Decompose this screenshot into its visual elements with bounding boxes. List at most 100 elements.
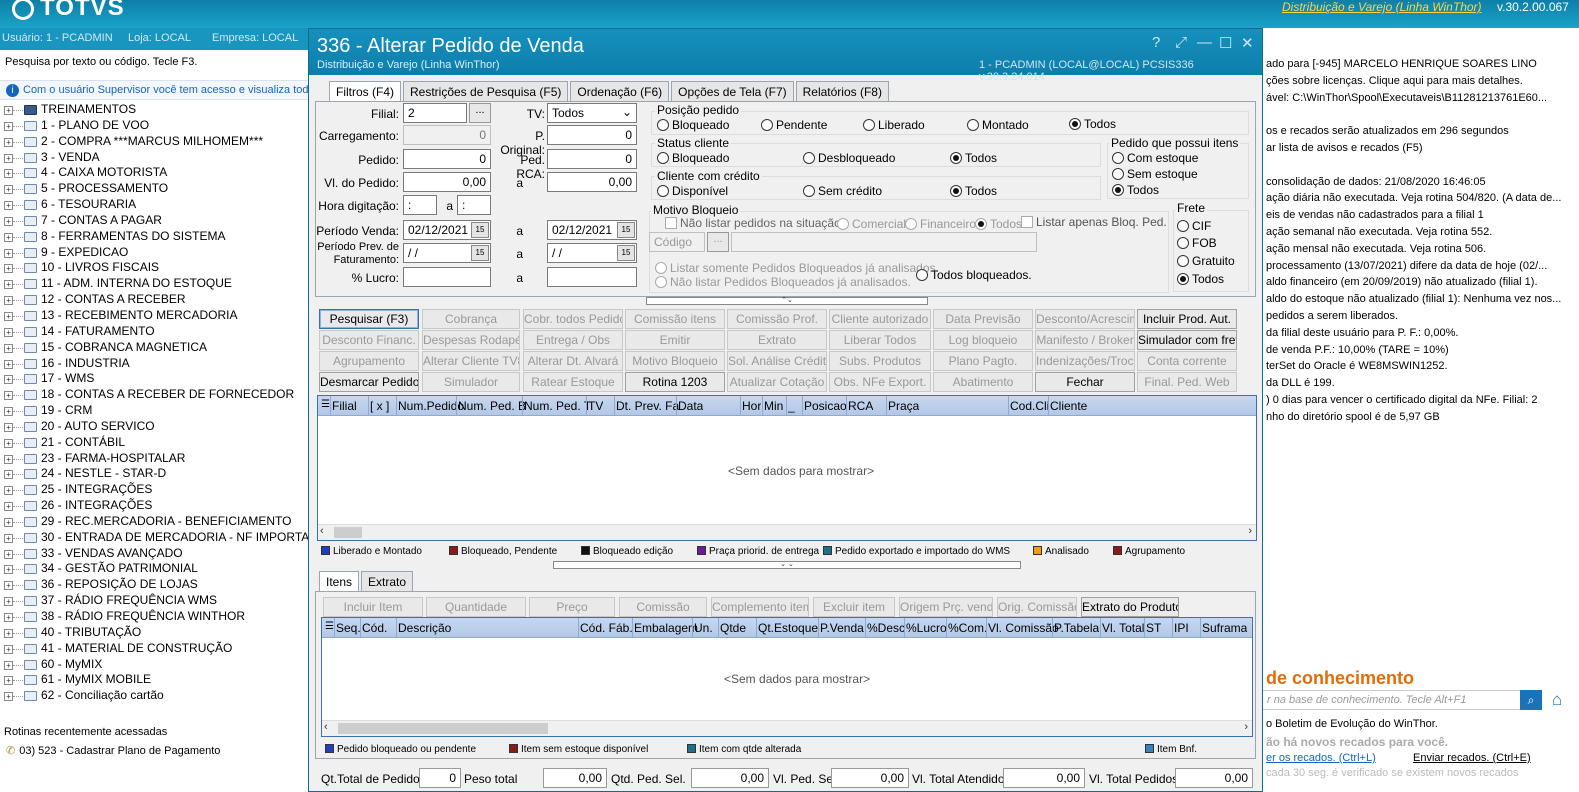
tree-item[interactable]: +34 - GESTÃO PATRIMONIAL [0,561,310,577]
grid-menu-icon[interactable]: ☰ [321,399,330,410]
listar-apenas-checkbox[interactable]: Listar apenas Bloq. Ped. [1021,215,1167,229]
expand-icon[interactable]: + [4,692,13,702]
tree-item[interactable]: +2 - COMPRA ***MARCUS MILHOMEM*** [0,134,310,150]
orders-grid[interactable]: ☰ Filial [ x ] Num.Pedido Num. Ped. B Num. Pe… [317,395,1257,541]
column-separator[interactable] [330,396,331,416]
motivo-financeiro-radio[interactable]: Financeiro [905,217,976,231]
item-action-button[interactable]: Quantidade [426,597,526,617]
item-action-button[interactable]: Preço [529,597,615,617]
itens-com-estoque-radio[interactable]: Com estoque [1112,151,1198,165]
notice-line[interactable]: consolidação de dados: 21/08/2020 16:46:… [1262,176,1579,193]
listar-somente-radio[interactable]: Listar somente Pedidos Bloqueados já ana… [655,261,939,275]
action-button[interactable]: Simulador [422,372,520,392]
expand-icon[interactable]: + [4,549,13,559]
tree-item[interactable]: +24 - NESTLE - STAR-D [0,466,310,482]
notice-line[interactable]: da filial deste usuário para P. F.: 0,00… [1262,327,1579,344]
menu-search-input[interactable]: Pesquisa por texto ou código. Tecle F3. [0,56,310,68]
tree-item[interactable]: +16 - INDUSTRIA [0,356,310,372]
column-header[interactable]: Cliente [1050,399,1087,413]
vl-pedido-from-input[interactable]: 0,00 [403,172,491,192]
scroll-thumb[interactable] [338,723,548,734]
column-header[interactable]: RCA [848,399,873,413]
item-action-button[interactable]: Orig. Comissão [997,597,1077,617]
column-separator[interactable] [614,396,615,416]
scroll-thumb[interactable] [334,527,362,538]
column-separator[interactable] [1100,618,1101,638]
action-button[interactable]: Final. Ped. Web [1137,372,1237,392]
notice-line[interactable]: os e recados serão atualizados em 296 se… [1262,125,1579,142]
posicao-montado-radio[interactable]: Montado [967,118,1029,132]
posicao-pendente-radio[interactable]: Pendente [761,118,827,132]
todos-bloqueados-radio[interactable]: Todos bloqueados. [916,268,1032,282]
tree-item[interactable]: +21 - CONTÁBIL [0,435,310,451]
expand-icon[interactable]: + [4,201,13,211]
tree-item[interactable]: +36 - REPOSIÇÃO DE LOJAS [0,577,310,593]
column-separator[interactable] [1048,396,1049,416]
column-separator[interactable] [818,618,819,638]
action-button[interactable]: Plano Pagto. [933,351,1033,371]
tree-item[interactable]: +41 - MATERIAL DE CONSTRUÇÃO [0,641,310,657]
tab-opcoes-tela[interactable]: Opções de Tela (F7) [671,81,794,101]
action-button[interactable]: Simulador com frete [1137,330,1237,350]
notice-line[interactable]: ação diária não executada. Veja rotina 5… [1262,192,1579,209]
items-grid-scrollbar[interactable]: ‹ › [322,720,1252,736]
notice-line[interactable]: aldo financeiro (em 20/09/2019) não atua… [1262,276,1579,293]
column-header[interactable]: Vl. Total [1102,621,1144,635]
tree-item[interactable]: +12 - CONTAS A RECEBER [0,292,310,308]
column-separator[interactable] [786,396,787,416]
calendar-icon[interactable]: 15 [617,222,635,238]
chevron-left-icon[interactable]: ‹ [324,721,328,733]
expand-icon[interactable]: + [4,232,13,242]
action-button[interactable]: Agrupamento [319,351,419,371]
column-header[interactable]: [ x ] [370,399,389,413]
action-button[interactable]: Conta corrente [1137,351,1237,371]
tab-filtros[interactable]: Filtros (F4) [329,81,401,101]
tree-item[interactable]: +25 - INTEGRAÇÕES [0,482,310,498]
column-separator[interactable] [522,396,523,416]
expand-icon[interactable]: + [4,422,13,432]
read-messages-link[interactable]: er os recados. (Ctrl+L) [1266,752,1376,764]
item-action-button[interactable]: Complemento item [711,597,809,617]
action-button[interactable]: Indenizações/Troca [1035,351,1135,371]
action-button[interactable]: Liberar Todos [829,330,931,350]
action-button[interactable]: Entrega / Obs [523,330,623,350]
notice-line[interactable]: de venda P.F.: 10,00% (TARE = 10%) [1262,344,1579,361]
tab-restricoes[interactable]: Restrições de Pesquisa (F5) [403,81,569,101]
column-separator[interactable] [756,618,757,638]
action-button[interactable]: Motivo Bloqueio [625,351,725,371]
tree-item[interactable]: + TREINAMENTOS [0,102,310,118]
column-header[interactable]: Min [764,399,783,413]
expand-icon[interactable]: + [4,644,13,654]
expand-icon[interactable]: + [4,438,13,448]
tree-item[interactable]: +23 - FARMA-HOSPITALAR [0,451,310,467]
expand-icon[interactable]: + [4,216,13,226]
expand-icon[interactable]: + [4,185,13,195]
column-separator[interactable] [396,396,397,416]
action-button[interactable]: Desconto/Acrescimo [1035,309,1135,329]
column-separator[interactable] [740,396,741,416]
tree-item[interactable]: +33 - VENDAS AVANÇADO [0,546,310,562]
column-separator[interactable] [578,618,579,638]
nao-listar-checkbox[interactable]: Não listar pedidos na situação: [665,216,844,230]
column-header[interactable]: _ [788,399,795,413]
column-separator[interactable] [762,396,763,416]
tv-select[interactable]: Todos ⌄ [547,103,637,123]
item-action-button[interactable]: Comissão [619,597,707,617]
notice-line[interactable]: nho do diretório spool é de 5,97 GB [1262,411,1579,428]
tree-item[interactable]: +9 - EXPEDICAO [0,245,310,261]
posicao-bloqueado-radio[interactable]: Bloqueado [657,118,729,132]
tree-item[interactable]: +17 - WMS [0,371,310,387]
item-action-button[interactable]: Origem Prç. venda [899,597,993,617]
recent-item[interactable]: ✆ 03) 523 - Cadastrar Plano de Pagamento [6,744,220,757]
codigo-input[interactable]: Código [649,232,705,252]
column-header[interactable]: Un. [694,621,713,635]
action-button[interactable]: Subs. Produtos [829,351,931,371]
action-button[interactable]: Obs. NFe Export. [829,372,931,392]
column-header[interactable]: Cod.Cli [1010,399,1049,413]
column-header[interactable]: Embalagem [634,621,698,635]
column-header[interactable]: Qtde [720,621,746,635]
expand-icon[interactable]: + [4,454,13,464]
column-separator[interactable] [1052,618,1053,638]
motivo-description-input[interactable] [731,232,1037,252]
expand-icon[interactable]: + [4,280,13,290]
